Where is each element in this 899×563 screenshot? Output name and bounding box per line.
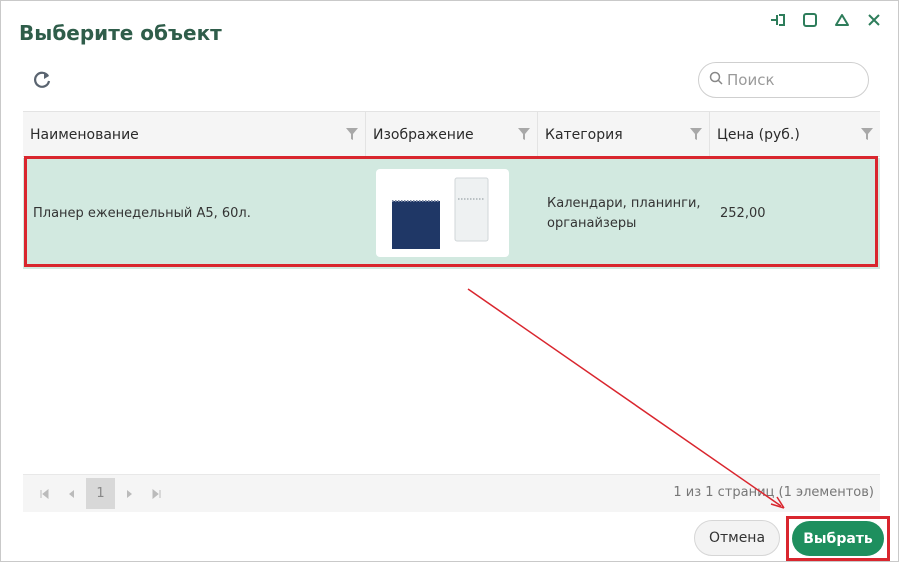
column-header-price[interactable]: Цена (руб.) (710, 112, 880, 157)
prev-page-icon[interactable] (62, 484, 80, 504)
refresh-icon[interactable] (31, 69, 53, 91)
dialog-title: Выберите объект (19, 21, 222, 45)
current-page-button[interactable]: 1 (86, 478, 115, 509)
grid-header: Наименование Изображение Категория Цена … (23, 111, 880, 157)
cell-price: 252,00 (720, 205, 766, 221)
product-image (376, 169, 509, 257)
close-icon[interactable] (864, 11, 884, 29)
objects-grid: Наименование Изображение Категория Цена … (23, 111, 880, 474)
last-page-icon[interactable] (148, 484, 166, 504)
pin-icon[interactable] (768, 11, 788, 29)
filter-icon[interactable] (689, 127, 703, 141)
column-header-category[interactable]: Категория (538, 112, 710, 157)
filter-icon[interactable] (860, 127, 874, 141)
search-icon (709, 71, 723, 90)
cancel-button[interactable]: Отмена (694, 520, 780, 556)
column-header-image[interactable]: Изображение (366, 112, 538, 157)
pager-info: 1 из 1 страниц (1 элементов) (673, 485, 874, 500)
search-box[interactable] (698, 62, 869, 98)
column-header-name[interactable]: Наименование (23, 112, 366, 157)
maximize-icon[interactable] (800, 11, 820, 29)
cell-name: Планер еженедельный А5, 60л. (33, 205, 251, 221)
filter-icon[interactable] (345, 127, 359, 141)
window-controls (768, 11, 884, 29)
cell-category: Календари, планинги, органайзеры (547, 195, 701, 231)
table-row[interactable]: Планер еженедельный А5, 60л. Календари, … (23, 158, 880, 269)
select-button[interactable]: Выбрать (792, 521, 884, 556)
select-object-dialog: Выберите объект Наименование (0, 0, 899, 562)
search-input[interactable] (727, 71, 857, 89)
collapse-icon[interactable] (832, 11, 852, 29)
pager: 1 1 из 1 страниц (1 элементов) (23, 474, 880, 512)
filter-icon[interactable] (517, 127, 531, 141)
first-page-icon[interactable] (35, 484, 53, 504)
next-page-icon[interactable] (121, 484, 139, 504)
